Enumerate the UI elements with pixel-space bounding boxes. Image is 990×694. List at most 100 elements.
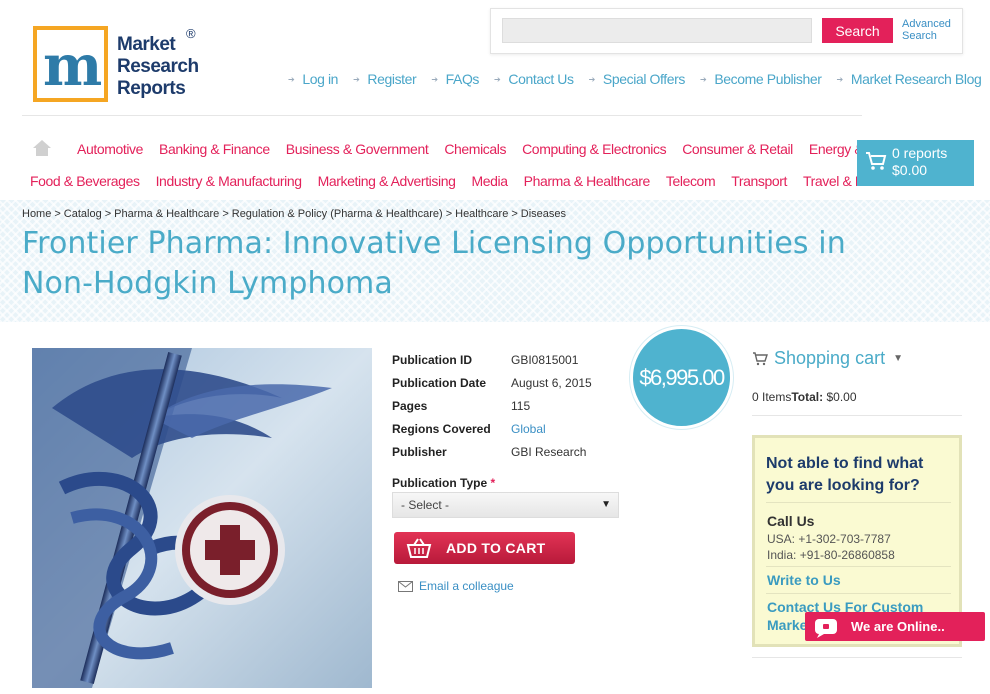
write-to-us-link[interactable]: Write to Us xyxy=(767,572,841,588)
breadcrumb-healthcare[interactable]: Healthcare xyxy=(455,208,508,220)
publication-type-select[interactable]: - Select - ▼ xyxy=(392,492,619,518)
faqs-label: FAQs xyxy=(445,71,480,87)
login-label: Log in xyxy=(302,71,339,87)
email-colleague-label: Email a colleague xyxy=(419,579,514,593)
search-button[interactable]: Search xyxy=(822,18,893,43)
faqs-link[interactable]: ➔ FAQs xyxy=(431,71,479,87)
category-media[interactable]: Media xyxy=(471,173,508,189)
header-cart-button[interactable]: 0 reports $0.00 xyxy=(857,140,974,186)
category-row-2: Food & Beverages Industry & Manufacturin… xyxy=(22,165,898,197)
logo-line-2: Research xyxy=(117,56,199,77)
advanced-search-link[interactable]: Advanced Search xyxy=(902,18,958,42)
divider xyxy=(766,593,951,594)
help-title: Not able to find what you are looking fo… xyxy=(766,455,924,494)
register-link[interactable]: ➔ Register xyxy=(353,71,417,87)
divider xyxy=(22,115,862,116)
arrow-icon: ➔ xyxy=(353,74,360,84)
detail-label: Publisher xyxy=(392,444,447,459)
required-marker: * xyxy=(490,476,496,490)
search-input[interactable] xyxy=(502,18,812,43)
category-transport[interactable]: Transport xyxy=(731,173,787,189)
register-label: Register xyxy=(367,71,417,87)
detail-label: Publication Date xyxy=(392,375,487,390)
special-offers-link[interactable]: ➔ Special Offers xyxy=(589,71,686,87)
category-nav: Automotive Banking & Finance Business & … xyxy=(22,133,909,197)
breadcrumb-home[interactable]: Home xyxy=(22,208,51,220)
call-us-heading: Call Us xyxy=(767,513,815,529)
detail-row: Publication Date August 6, 2015 xyxy=(392,371,592,394)
publication-type-text: Publication Type xyxy=(392,476,488,490)
category-business-government[interactable]: Business & Government xyxy=(286,141,429,157)
shopping-cart-toggle[interactable]: Shopping cart ▼ xyxy=(752,348,903,369)
detail-row: Regions Covered Global xyxy=(392,417,592,440)
cart-total: $0.00 xyxy=(892,162,928,178)
chat-label: We are Online.. xyxy=(851,619,945,634)
basket-icon xyxy=(406,537,432,562)
publication-type-value: - Select - xyxy=(401,498,450,512)
price-badge: $6,995.00 xyxy=(630,326,733,429)
site-logo[interactable]: m Market Research Reports ® xyxy=(33,26,205,106)
category-telecom[interactable]: Telecom xyxy=(666,173,716,189)
divider xyxy=(766,502,951,503)
category-computing-electronics[interactable]: Computing & Electronics xyxy=(522,141,666,157)
product-details: Publication ID GBI0815001 Publication Dat… xyxy=(392,348,592,463)
login-link[interactable]: ➔ Log in xyxy=(288,71,338,87)
category-row-1: Automotive Banking & Finance Business & … xyxy=(22,133,909,165)
detail-row: Publication ID GBI0815001 xyxy=(392,348,592,371)
logo-m-glyph: m xyxy=(43,33,102,99)
blog-link[interactable]: ➔ Market Research Blog xyxy=(837,71,982,87)
breadcrumb-pharma[interactable]: Pharma & Healthcare xyxy=(114,208,219,220)
title-banner: Home > Catalog > Pharma & Healthcare > Regulat… xyxy=(0,200,990,322)
contact-us-link[interactable]: ➔ Contact Us xyxy=(494,71,574,87)
detail-value: August 6, 2015 xyxy=(511,375,592,390)
home-icon[interactable] xyxy=(32,139,52,159)
search-bar: Search Advanced Search xyxy=(490,8,963,54)
logo-wordmark: Market Research Reports xyxy=(117,34,199,100)
arrow-icon: ➔ xyxy=(700,74,707,84)
phone-usa: USA: +1-302-703-7787 xyxy=(767,532,891,546)
live-chat-button[interactable]: We are Online.. xyxy=(805,612,985,641)
arrow-icon: ➔ xyxy=(836,74,844,84)
category-consumer-retail[interactable]: Consumer & Retail xyxy=(682,141,793,157)
add-to-cart-button[interactable]: ADD TO CART xyxy=(394,532,575,564)
breadcrumb-regulation[interactable]: Regulation & Policy (Pharma & Healthcare… xyxy=(232,208,443,220)
breadcrumb-catalog[interactable]: Catalog xyxy=(64,208,102,220)
detail-value: 115 xyxy=(511,398,531,413)
chevron-down-icon: ▼ xyxy=(893,353,903,364)
divider xyxy=(752,657,962,658)
cart-icon xyxy=(865,151,887,176)
detail-row: Pages 115 xyxy=(392,394,592,417)
category-marketing-advertising[interactable]: Marketing & Advertising xyxy=(318,173,456,189)
envelope-icon xyxy=(398,580,413,592)
category-banking-finance[interactable]: Banking & Finance xyxy=(159,141,270,157)
category-automotive[interactable]: Automotive xyxy=(77,141,143,157)
page-title: Frontier Pharma: Innovative Licensing Op… xyxy=(22,226,846,301)
arrow-icon: ➔ xyxy=(494,74,501,84)
special-offers-label: Special Offers xyxy=(602,71,685,87)
registered-mark: ® xyxy=(186,26,196,41)
add-to-cart-label: ADD TO CART xyxy=(446,540,546,556)
category-chemicals[interactable]: Chemicals xyxy=(444,141,506,157)
breadcrumb: Home > Catalog > Pharma & Healthcare > Regulat… xyxy=(22,208,567,220)
become-publisher-label: Become Publisher xyxy=(714,71,822,87)
become-publisher-link[interactable]: ➔ Become Publisher xyxy=(700,71,822,87)
regions-link[interactable]: Global xyxy=(511,422,546,436)
detail-row: Publisher GBI Research xyxy=(392,440,592,463)
detail-value: GBI Research xyxy=(511,444,587,459)
product-image xyxy=(32,348,372,688)
category-industry-manufacturing[interactable]: Industry & Manufacturing xyxy=(156,173,302,189)
detail-label: Pages xyxy=(392,398,428,413)
arrow-icon: ➔ xyxy=(431,74,438,84)
phone-india: India: +91-80-26860858 xyxy=(767,548,895,562)
arrow-icon: ➔ xyxy=(288,74,295,84)
detail-label: Publication ID xyxy=(392,352,473,367)
email-colleague-link[interactable]: Email a colleague xyxy=(398,579,514,593)
cart-total-value: $0.00 xyxy=(826,390,857,404)
logo-line-3: Reports xyxy=(117,78,186,99)
breadcrumb-diseases[interactable]: Diseases xyxy=(521,208,566,220)
contact-us-label: Contact Us xyxy=(508,71,574,87)
category-food-beverages[interactable]: Food & Beverages xyxy=(30,173,140,189)
cart-total-label: Total: xyxy=(791,390,824,404)
cart-icon xyxy=(753,351,768,365)
category-pharma-healthcare[interactable]: Pharma & Healthcare xyxy=(524,173,651,189)
